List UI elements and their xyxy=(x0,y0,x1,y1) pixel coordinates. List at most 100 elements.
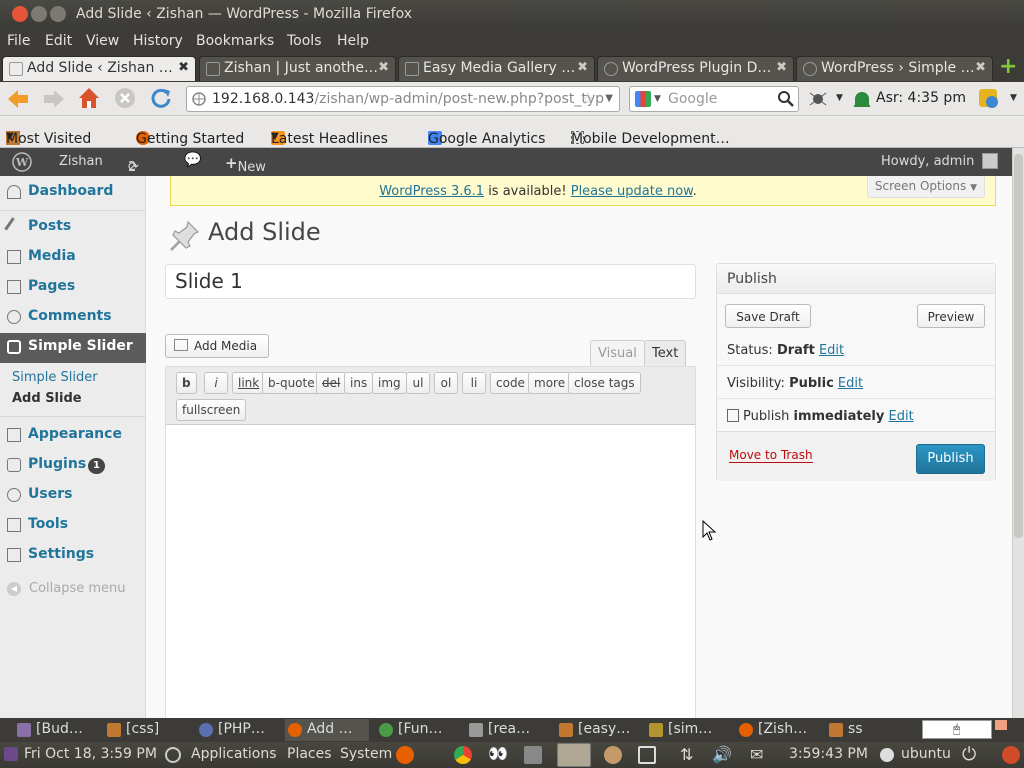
maximize-window-button[interactable] xyxy=(50,6,66,22)
menu-edit[interactable]: Edit xyxy=(45,33,72,49)
taskbar-item-fun[interactable]: [Fun… xyxy=(376,719,462,741)
edit-status-link[interactable]: Edit xyxy=(819,343,844,358)
version-link[interactable]: WordPress 3.6.1 xyxy=(379,184,484,199)
qt-close-tags-button[interactable]: close tags xyxy=(568,372,641,394)
comments-icon[interactable]: 💬 xyxy=(184,152,201,168)
sidebar-item-posts[interactable]: Posts xyxy=(0,213,146,242)
shutdown-icon[interactable] xyxy=(1002,746,1020,764)
taskbar-item-add-slide[interactable]: Add … xyxy=(285,719,369,741)
tab-wordpress-plugin[interactable]: WordPress Plugin D… ✖ xyxy=(597,56,794,81)
taskbar-item-readme[interactable]: [rea… xyxy=(466,719,552,741)
qt-ul-button[interactable]: ul xyxy=(406,372,430,394)
search-icon[interactable] xyxy=(778,91,794,107)
qt-code-button[interactable]: code xyxy=(490,372,531,394)
taskbar-item-simple[interactable]: [sim… xyxy=(646,719,732,741)
minimize-window-button[interactable] xyxy=(31,6,47,22)
show-desktop-icon[interactable] xyxy=(4,747,18,761)
qt-ol-button[interactable]: ol xyxy=(434,372,458,394)
tab-wordpress-simple[interactable]: WordPress › Simple … ✖ xyxy=(796,56,993,81)
user-launcher-icon[interactable] xyxy=(604,746,622,764)
edit-publish-time-link[interactable]: Edit xyxy=(889,409,914,424)
sidebar-item-dashboard[interactable]: Dashboard xyxy=(0,178,146,207)
qt-ins-button[interactable]: ins xyxy=(344,372,374,394)
search-box[interactable]: ▼ Google xyxy=(629,86,799,112)
trash-applet[interactable] xyxy=(995,720,1007,730)
add-media-button[interactable]: Add Media xyxy=(165,334,269,358)
volume-icon[interactable]: 🔊 xyxy=(712,745,732,764)
menu-history[interactable]: History xyxy=(133,33,183,49)
close-tab-icon[interactable]: ✖ xyxy=(975,60,986,75)
move-to-trash-link[interactable]: Move to Trash xyxy=(729,448,813,463)
stop-icon[interactable] xyxy=(114,87,136,109)
sidebar-item-media[interactable]: Media xyxy=(0,243,146,272)
wordpress-logo-icon[interactable]: W xyxy=(12,152,32,172)
close-tab-icon[interactable]: ✖ xyxy=(776,60,787,75)
workspace-switcher[interactable]: 🖱 xyxy=(922,720,992,739)
edit-visibility-link[interactable]: Edit xyxy=(838,376,863,391)
taskbar-item-easy[interactable]: [easy… xyxy=(556,719,642,741)
power-icon[interactable]: ⏻ xyxy=(962,744,976,765)
scrollbar-thumb[interactable] xyxy=(1014,154,1023,538)
sidebar-item-settings[interactable]: Settings xyxy=(0,541,146,570)
qt-li-button[interactable]: li xyxy=(462,372,486,394)
qt-bold-button[interactable]: b xyxy=(176,372,197,394)
panel-datetime[interactable]: Fri Oct 18, 3:59 PM xyxy=(24,746,157,762)
publish-box-header[interactable]: Publish xyxy=(717,264,995,294)
sidebar-item-simple-slider[interactable]: Simple Slider xyxy=(0,333,146,363)
home-icon[interactable] xyxy=(77,86,101,110)
panel-clock[interactable]: 3:59:43 PM xyxy=(789,746,868,762)
taskbar-item-css[interactable]: [css] xyxy=(104,719,190,741)
taskbar-item-ss[interactable]: ss xyxy=(826,719,912,741)
avatar[interactable] xyxy=(982,153,998,169)
panel-applications-menu[interactable]: Applications xyxy=(191,746,277,762)
url-dropdown-icon[interactable]: ▼ xyxy=(605,93,613,104)
admin-bar-site[interactable]: Zishan xyxy=(59,154,103,169)
trash-launcher-icon[interactable] xyxy=(524,746,542,764)
qt-link-button[interactable]: link xyxy=(232,372,266,394)
network-icon[interactable]: ⇅ xyxy=(680,745,693,764)
sidebar-item-comments[interactable]: Comments xyxy=(0,303,146,332)
tab-add-slide[interactable]: Add Slide ‹ Zishan … ✖ xyxy=(2,56,196,81)
screen-options-button[interactable]: Screen Options ▼ xyxy=(866,176,985,198)
publish-button[interactable]: Publish xyxy=(916,444,985,474)
preview-button[interactable]: Preview xyxy=(917,304,985,328)
back-arrow-icon[interactable] xyxy=(6,88,30,110)
menu-help[interactable]: Help xyxy=(337,33,369,49)
admin-bar-new[interactable]: + New xyxy=(225,154,266,175)
panel-system-menu[interactable]: System xyxy=(340,746,392,762)
tab-visual[interactable]: Visual xyxy=(590,340,645,366)
submenu-simple-slider[interactable]: Simple Slider xyxy=(12,370,98,385)
close-window-button[interactable] xyxy=(12,6,28,22)
menu-bookmarks[interactable]: Bookmarks xyxy=(196,33,274,49)
collapse-icon[interactable]: ◀ xyxy=(7,582,21,596)
firefox-launcher-icon[interactable] xyxy=(396,746,414,764)
qt-del-button[interactable]: del xyxy=(316,372,347,394)
qt-more-button[interactable]: more xyxy=(528,372,572,394)
taskbar-item-zishan[interactable]: [Zish… xyxy=(736,719,822,741)
chrome-launcher-icon[interactable] xyxy=(454,746,472,764)
menu-tools[interactable]: Tools xyxy=(287,33,322,49)
tab-text[interactable]: Text xyxy=(644,340,687,366)
forward-arrow-icon[interactable] xyxy=(42,88,66,110)
taskbar-item-php[interactable]: [PHP… xyxy=(196,719,282,741)
menu-view[interactable]: View xyxy=(86,33,119,49)
extension-icon[interactable] xyxy=(976,86,1002,112)
sidebar-item-tools[interactable]: Tools xyxy=(0,511,146,540)
sidebar-item-plugins[interactable]: Plugins 1 xyxy=(0,451,146,480)
tab-zishan[interactable]: Zishan | Just anothe… ✖ xyxy=(199,56,396,81)
qt-blockquote-button[interactable]: b-quote xyxy=(262,372,321,394)
addon-bug-icon[interactable] xyxy=(808,90,828,108)
update-now-link[interactable]: Please update now xyxy=(571,184,693,199)
menu-dropdown-icon[interactable]: ▼ xyxy=(1010,93,1017,103)
sidebar-item-pages[interactable]: Pages xyxy=(0,273,146,302)
panel-user[interactable]: ubuntu xyxy=(901,746,951,762)
content-textarea[interactable] xyxy=(166,426,695,718)
post-title-input[interactable]: Slide 1 xyxy=(165,264,696,299)
taskbar-item-budget[interactable]: [Bud… xyxy=(14,719,100,741)
sidebar-item-appearance[interactable]: Appearance xyxy=(0,421,146,450)
collapse-menu-link[interactable]: Collapse menu xyxy=(29,581,126,596)
url-bar[interactable]: 192.168.0.143/zishan/wp-admin/post-new.p… xyxy=(186,86,620,112)
close-tab-icon[interactable]: ✖ xyxy=(178,60,189,75)
submenu-add-slide[interactable]: Add Slide xyxy=(12,391,82,406)
close-tab-icon[interactable]: ✖ xyxy=(577,60,588,75)
